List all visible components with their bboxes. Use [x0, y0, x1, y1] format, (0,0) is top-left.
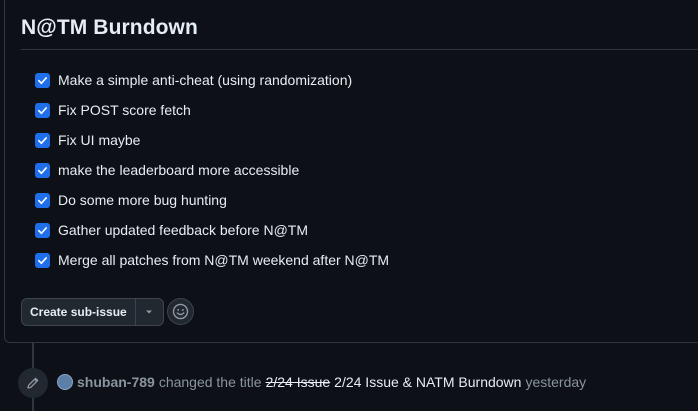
- new-title: 2/24 Issue & NATM Burndown: [334, 374, 522, 390]
- task-label: Merge all patches from N@TM weekend afte…: [58, 252, 390, 268]
- task-label: Do some more bug hunting: [58, 192, 227, 208]
- check-icon: [38, 256, 47, 264]
- task-item: make the leaderboard more accessible: [35, 155, 389, 185]
- task-checkbox[interactable]: [35, 252, 50, 268]
- pencil-icon: [27, 377, 39, 389]
- task-item: Gather updated feedback before N@TM: [35, 215, 389, 245]
- add-reaction-button[interactable]: [167, 298, 194, 325]
- check-icon: [38, 76, 47, 84]
- create-sub-issue-button[interactable]: Create sub-issue: [22, 299, 135, 325]
- smiley-icon: [172, 303, 189, 320]
- task-label: Make a simple anti-cheat (using randomiz…: [58, 72, 353, 88]
- triangle-down-icon: [146, 310, 153, 314]
- task-checkbox[interactable]: [35, 132, 50, 148]
- task-label: Fix POST score fetch: [58, 102, 191, 118]
- title-change-event: shuban-789 changed the title 2/24 Issue …: [57, 374, 590, 390]
- event-action: changed the title: [158, 374, 262, 390]
- avatar[interactable]: [57, 374, 73, 390]
- event-badge: [18, 368, 48, 398]
- task-item: Fix POST score fetch: [35, 95, 389, 125]
- create-sub-issue-group: Create sub-issue: [21, 298, 164, 326]
- comment-heading: N@TM Burndown: [21, 16, 198, 39]
- task-list: Make a simple anti-cheat (using randomiz…: [35, 65, 389, 275]
- event-author[interactable]: shuban-789: [77, 374, 155, 390]
- task-checkbox[interactable]: [35, 72, 50, 88]
- check-icon: [38, 136, 47, 144]
- task-item: Fix UI maybe: [35, 125, 389, 155]
- task-checkbox[interactable]: [35, 222, 50, 238]
- task-checkbox[interactable]: [35, 192, 50, 208]
- check-icon: [38, 106, 47, 114]
- task-checkbox[interactable]: [35, 162, 50, 178]
- check-icon: [38, 166, 47, 174]
- check-icon: [38, 196, 47, 204]
- task-label: Gather updated feedback before N@TM: [58, 222, 309, 238]
- issue-timeline: N@TM Burndown Make a simple anti-cheat (…: [0, 0, 698, 411]
- check-icon: [38, 226, 47, 234]
- comment-card: N@TM Burndown Make a simple anti-cheat (…: [4, 0, 698, 343]
- task-label: Fix UI maybe: [58, 132, 141, 148]
- event-timestamp[interactable]: yesterday: [525, 374, 586, 390]
- old-title: 2/24 Issue: [265, 374, 331, 390]
- task-item: Make a simple anti-cheat (using randomiz…: [35, 65, 389, 95]
- task-checkbox[interactable]: [35, 102, 50, 118]
- heading-divider: [21, 49, 698, 50]
- task-item: Do some more bug hunting: [35, 185, 389, 215]
- create-sub-issue-dropdown[interactable]: [134, 299, 163, 325]
- task-label: make the leaderboard more accessible: [58, 162, 300, 178]
- task-item: Merge all patches from N@TM weekend afte…: [35, 245, 389, 275]
